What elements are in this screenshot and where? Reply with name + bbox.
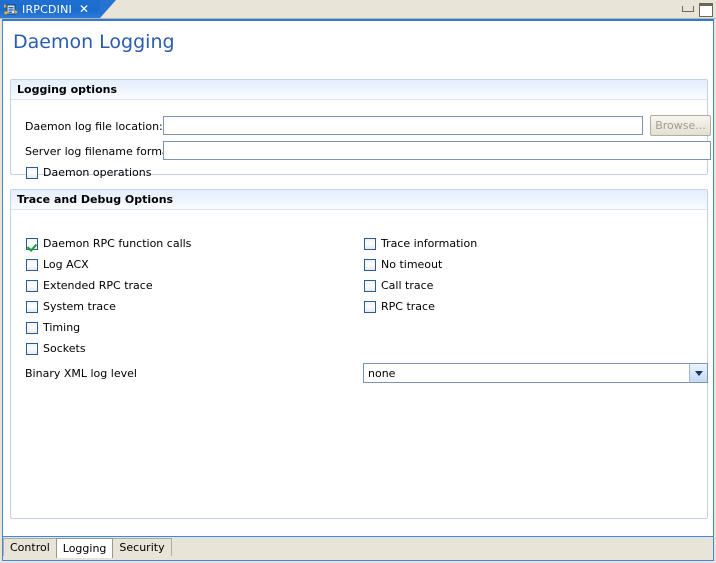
bottom-tab-bar: Control Logging Security [2, 537, 714, 561]
checkbox-box-daemon-rpc-function-calls[interactable] [26, 237, 38, 250]
checkbox-label-trace-information: Trace information [381, 237, 478, 250]
label-binary-xml-log-level: Binary XML log level [25, 367, 137, 380]
section-header-trace-debug-options: Trace and Debug Options [11, 190, 707, 210]
checkbox-extended-rpc-trace[interactable]: Extended RPC trace [26, 279, 153, 292]
tab-security[interactable]: Security [112, 538, 172, 556]
tab-control[interactable]: Control [3, 538, 57, 556]
section-logging-options: Logging options Daemon log file location… [10, 79, 711, 179]
section-header-logging-options: Logging options [11, 80, 707, 100]
checkbox-timing[interactable]: Timing [26, 321, 80, 334]
checkbox-label-timing: Timing [43, 321, 81, 334]
checkbox-label-log-acx: Log ACX [43, 258, 89, 271]
checkbox-label-rpc-trace: RPC trace [381, 300, 435, 313]
checkbox-rpc-trace[interactable]: RPC trace [364, 300, 435, 313]
checkbox-daemon-rpc-function-calls[interactable]: Daemon RPC function calls [26, 237, 191, 250]
checkbox-label-daemon-operations: Daemon operations [43, 166, 152, 179]
checkbox-label-call-trace: Call trace [381, 279, 434, 292]
checkbox-daemon-operations[interactable]: Daemon operations [26, 166, 151, 179]
checkbox-label-daemon-rpc-function-calls: Daemon RPC function calls [43, 237, 192, 250]
tab-logging[interactable]: Logging [55, 538, 114, 558]
checkbox-log-acx[interactable]: Log ACX [26, 258, 89, 271]
editor-content-pane: Daemon Logging Logging options Daemon lo… [2, 19, 714, 537]
label-daemon-log-file-location: Daemon log file location: [25, 120, 163, 133]
binary-xml-log-level-dropdown[interactable]: none [363, 363, 708, 383]
checkbox-box-sockets[interactable] [26, 342, 38, 355]
window-controls [681, 1, 713, 17]
checkbox-box-call-trace[interactable] [364, 279, 376, 292]
checkbox-system-trace[interactable]: System trace [26, 300, 116, 313]
server-log-filename-format-input[interactable] [163, 141, 711, 160]
checkbox-trace-information[interactable]: Trace information [364, 237, 477, 250]
checkbox-label-sockets: Sockets [43, 342, 86, 355]
checkbox-box-rpc-trace[interactable] [364, 300, 376, 313]
editor-tab-label: IRPCDINI [22, 2, 72, 16]
close-icon[interactable]: ✕ [79, 3, 89, 15]
editor-tab-strip: IRPCDINI ✕ [0, 0, 716, 19]
browse-button[interactable]: Browse... [650, 115, 711, 136]
binary-xml-log-level-value: none [368, 366, 396, 380]
config-file-icon [4, 3, 18, 16]
checkbox-label-system-trace: System trace [43, 300, 116, 313]
checkbox-box-daemon-operations[interactable] [26, 166, 38, 179]
checkbox-label-extended-rpc-trace: Extended RPC trace [43, 279, 153, 292]
label-server-log-filename-format: Server log filename format: [25, 145, 177, 158]
checkbox-box-extended-rpc-trace[interactable] [26, 279, 38, 292]
minimize-icon[interactable] [681, 3, 694, 16]
checkbox-no-timeout[interactable]: No timeout [364, 258, 442, 271]
section-trace-debug-options: Trace and Debug Options Daemon RPC funct… [10, 189, 708, 519]
checkbox-box-log-acx[interactable] [26, 258, 38, 271]
checkbox-call-trace[interactable]: Call trace [364, 279, 433, 292]
checkbox-box-trace-information[interactable] [364, 237, 376, 250]
daemon-log-file-location-input[interactable] [163, 116, 643, 135]
checkbox-box-timing[interactable] [26, 321, 38, 334]
editor-tab-irpcdini[interactable]: IRPCDINI ✕ [0, 0, 116, 18]
chevron-down-icon[interactable] [689, 364, 707, 382]
maximize-icon[interactable] [699, 2, 713, 17]
checkbox-sockets[interactable]: Sockets [26, 342, 86, 355]
page-title: Daemon Logging [13, 31, 175, 53]
checkbox-box-no-timeout[interactable] [364, 258, 376, 271]
checkbox-label-no-timeout: No timeout [381, 258, 443, 271]
checkbox-box-system-trace[interactable] [26, 300, 38, 313]
application-window: IRPCDINI ✕ Daemon Logging Logging option… [0, 0, 716, 563]
